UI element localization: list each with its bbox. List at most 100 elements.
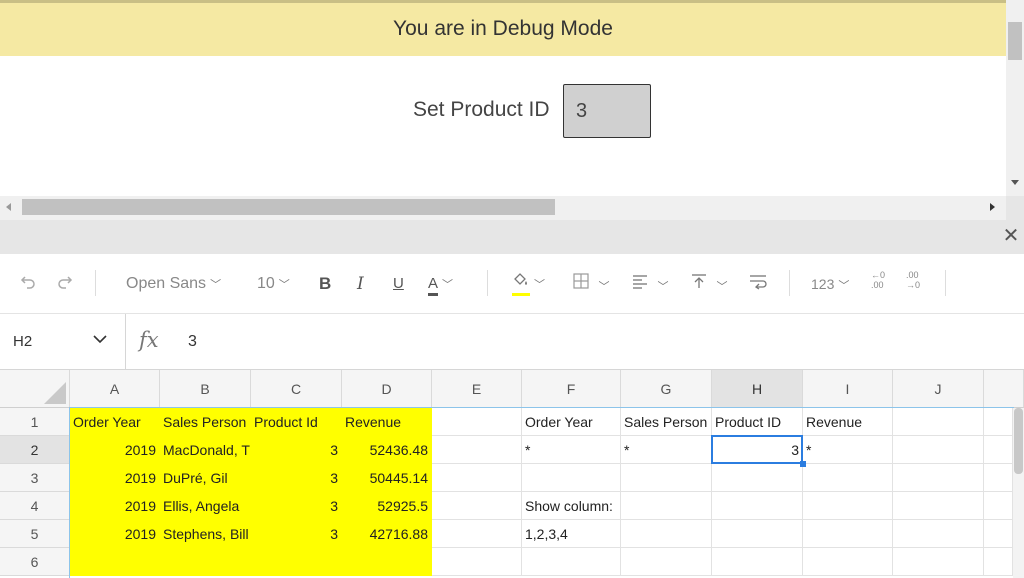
column-header-d[interactable]: D: [342, 370, 432, 408]
cell-h1[interactable]: Product ID: [712, 408, 803, 436]
cell-g3[interactable]: [621, 464, 712, 492]
redo-icon[interactable]: [55, 272, 75, 296]
wrap-text-button[interactable]: [748, 272, 768, 296]
row-header-6[interactable]: 6: [0, 548, 70, 576]
column-header-f[interactable]: F: [522, 370, 621, 408]
formula-input[interactable]: 3: [188, 333, 197, 351]
cell-h3[interactable]: [712, 464, 803, 492]
cell-i1[interactable]: Revenue: [803, 408, 893, 436]
cell-a3[interactable]: 2019: [70, 464, 160, 492]
bold-button[interactable]: B: [319, 272, 331, 296]
row-header-3[interactable]: 3: [0, 464, 70, 492]
cell-g1[interactable]: Sales Person: [621, 408, 712, 436]
cell-c5[interactable]: 3: [251, 520, 342, 548]
cell-d6[interactable]: [342, 548, 432, 576]
cell-e5[interactable]: [432, 520, 522, 548]
cell-j1[interactable]: [893, 408, 984, 436]
cell-f5[interactable]: 1,2,3,4: [522, 520, 621, 548]
font-family-dropdown[interactable]: Open Sans ﹀: [126, 272, 221, 296]
grid-vertical-scrollbar[interactable]: [1013, 408, 1024, 578]
scroll-right-arrow-icon[interactable]: [990, 203, 995, 211]
decrease-decimal-button[interactable]: .00 →0: [906, 270, 926, 294]
italic-button[interactable]: I: [357, 272, 364, 296]
cell-b3[interactable]: DuPré, Gil: [160, 464, 251, 492]
cell-a1[interactable]: Order Year: [70, 408, 160, 436]
name-box[interactable]: H2: [0, 314, 126, 370]
cell-b1[interactable]: Sales Person: [160, 408, 251, 436]
undo-icon[interactable]: [18, 272, 38, 296]
cell-e4[interactable]: [432, 492, 522, 520]
cell-i6[interactable]: [803, 548, 893, 576]
horizontal-align-dropdown[interactable]: ﹀: [631, 272, 668, 296]
close-icon[interactable]: ✕: [1001, 226, 1021, 246]
cell-d2[interactable]: 52436.48: [342, 436, 432, 464]
selected-cell-outline[interactable]: [711, 435, 803, 464]
cell-i4[interactable]: [803, 492, 893, 520]
cell-b5[interactable]: Stephens, Bill: [160, 520, 251, 548]
cell-d1[interactable]: Revenue: [342, 408, 432, 436]
cell-b6[interactable]: [160, 548, 251, 576]
cell-a4[interactable]: 2019: [70, 492, 160, 520]
cell-h6[interactable]: [712, 548, 803, 576]
cell-g2[interactable]: *: [621, 436, 712, 464]
cell-e3[interactable]: [432, 464, 522, 492]
cell-i3[interactable]: [803, 464, 893, 492]
cell-f3[interactable]: [522, 464, 621, 492]
cell-c3[interactable]: 3: [251, 464, 342, 492]
cell-j6[interactable]: [893, 548, 984, 576]
cell-d5[interactable]: 42716.88: [342, 520, 432, 548]
number-format-dropdown[interactable]: 123 ﹀: [811, 272, 849, 296]
font-color-dropdown[interactable]: A ﹀: [428, 272, 453, 296]
cell-e6[interactable]: [432, 548, 522, 576]
cell-g5[interactable]: [621, 520, 712, 548]
cell-j3[interactable]: [893, 464, 984, 492]
cell-c4[interactable]: 3: [251, 492, 342, 520]
column-header-b[interactable]: B: [160, 370, 251, 408]
chevron-down-icon[interactable]: [92, 331, 108, 352]
cell-j2[interactable]: [893, 436, 984, 464]
grid-scroll-thumb[interactable]: [1014, 408, 1023, 474]
cell-h4[interactable]: [712, 492, 803, 520]
scroll-left-arrow-icon[interactable]: [6, 203, 11, 211]
cell-c2[interactable]: 3: [251, 436, 342, 464]
cell-b2[interactable]: MacDonald, T: [160, 436, 251, 464]
column-header-c[interactable]: C: [251, 370, 342, 408]
select-all-corner[interactable]: [0, 370, 70, 408]
cell-i5[interactable]: [803, 520, 893, 548]
cell-j5[interactable]: [893, 520, 984, 548]
column-header-h[interactable]: H: [712, 370, 803, 408]
page-vertical-scrollbar[interactable]: [1006, 0, 1024, 196]
column-header-a[interactable]: A: [70, 370, 160, 408]
borders-dropdown[interactable]: ﹀: [572, 272, 609, 296]
cell-d4[interactable]: 52925.5: [342, 492, 432, 520]
fill-handle[interactable]: [800, 461, 806, 467]
cell-j4[interactable]: [893, 492, 984, 520]
cell-a2[interactable]: 2019: [70, 436, 160, 464]
row-header-2[interactable]: 2: [0, 436, 70, 464]
column-header-g[interactable]: G: [621, 370, 712, 408]
cell-e2[interactable]: [432, 436, 522, 464]
cell-h5[interactable]: [712, 520, 803, 548]
horizontal-scroll-thumb[interactable]: [22, 199, 555, 215]
cell-d3[interactable]: 50445.14: [342, 464, 432, 492]
cell-a5[interactable]: 2019: [70, 520, 160, 548]
cell-g6[interactable]: [621, 548, 712, 576]
row-header-5[interactable]: 5: [0, 520, 70, 548]
vertical-align-dropdown[interactable]: ﹀: [690, 272, 727, 296]
page-horizontal-scrollbar[interactable]: [0, 196, 1006, 220]
fill-color-dropdown[interactable]: ﹀: [512, 272, 545, 296]
column-header-j[interactable]: J: [893, 370, 984, 408]
column-header-e[interactable]: E: [432, 370, 522, 408]
row-header-1[interactable]: 1: [0, 408, 70, 436]
cell-f1[interactable]: Order Year: [522, 408, 621, 436]
column-header-i[interactable]: I: [803, 370, 893, 408]
cell-i2[interactable]: *: [803, 436, 893, 464]
row-header-4[interactable]: 4: [0, 492, 70, 520]
cell-b4[interactable]: Ellis, Angela: [160, 492, 251, 520]
scroll-down-arrow-icon[interactable]: [1011, 180, 1019, 185]
cell-f2[interactable]: *: [522, 436, 621, 464]
vertical-scroll-thumb[interactable]: [1008, 22, 1022, 60]
cell-f4[interactable]: Show column:: [522, 492, 621, 520]
product-id-input[interactable]: 3: [563, 84, 651, 138]
cell-c6[interactable]: [251, 548, 342, 576]
